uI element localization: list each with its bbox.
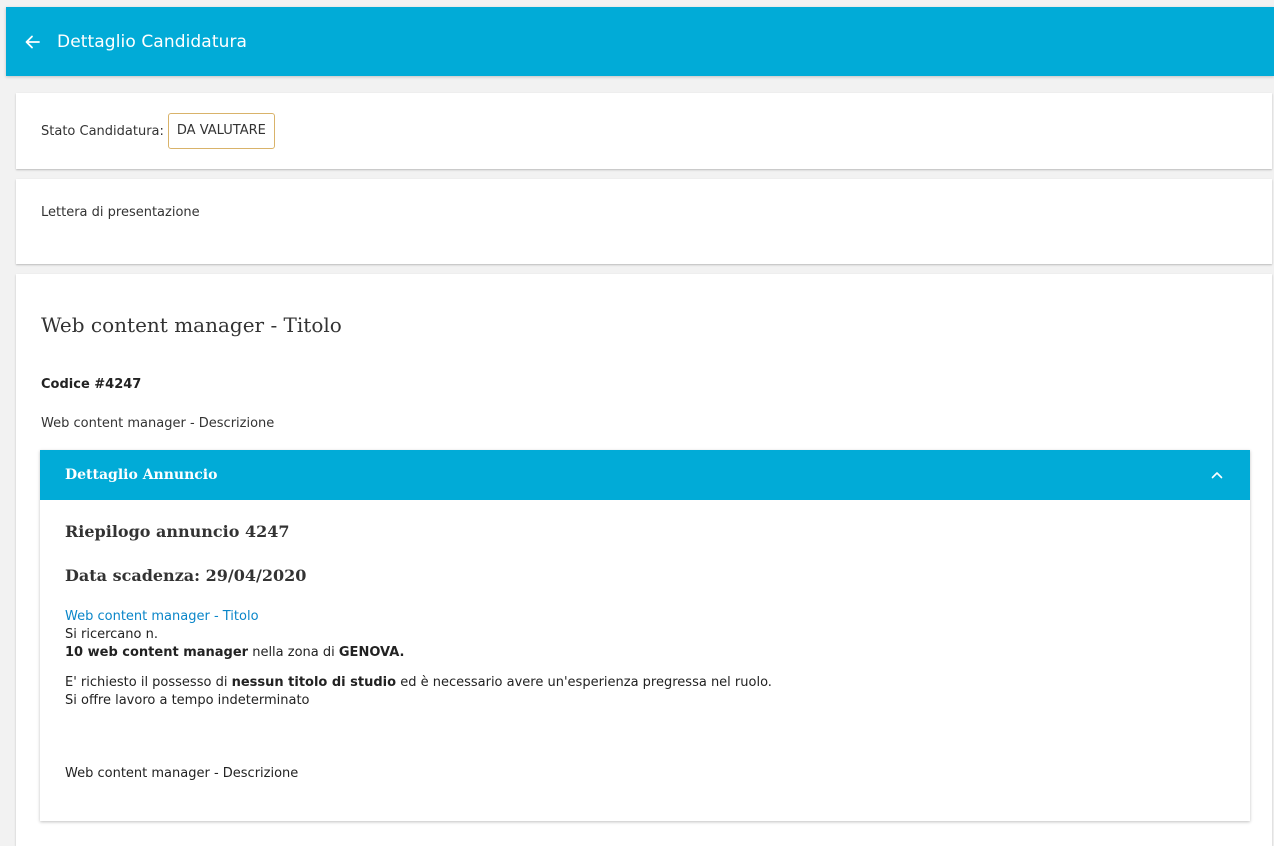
arrow-left-icon [25, 35, 40, 48]
ad-detail-panel-title: Dettaglio Annuncio [65, 467, 218, 483]
cover-letter-card: Lettera di presentazione [16, 179, 1272, 264]
ad-summary-title: Riepilogo annuncio 4247 [65, 522, 290, 541]
ad-title-link[interactable]: Web content manager - Titolo [65, 608, 772, 626]
ad-seeking-line: Si ricercano n. [65, 627, 158, 642]
ad-body: Web content manager - Titolo Si ricercan… [65, 608, 772, 710]
ad-detail-panel: Dettaglio Annuncio Riepilogo annuncio 42… [40, 450, 1250, 821]
page-title: Dettaglio Candidatura [57, 31, 248, 52]
ad-zone: GENOVA. [338, 645, 405, 660]
ad-deadline: Data scadenza: 29/04/2020 [65, 566, 307, 585]
ad-req-post: ed è necessario avere un'esperienza preg… [396, 675, 772, 690]
app-header: Dettaglio Candidatura [6, 7, 1274, 76]
ad-req-bold: nessun titolo di studio [231, 675, 397, 690]
ad-count-role: 10 web content manager [65, 645, 249, 660]
back-button[interactable] [21, 31, 43, 53]
job-title: Web content manager - Titolo [41, 313, 342, 337]
status-label: Stato Candidatura: [41, 123, 164, 139]
cover-letter-label: Lettera di presentazione [41, 205, 200, 220]
ad-requirements-line: E' richiesto il possesso di nessun titol… [65, 674, 772, 692]
ad-contract-line: Si offre lavoro a tempo indeterminato [65, 693, 310, 708]
chevron-up-icon[interactable] [1210, 468, 1224, 482]
ad-description: Web content manager - Descrizione [65, 766, 299, 781]
ad-count-line: 10 web content manager nella zona di GEN… [65, 644, 772, 662]
ad-detail-panel-header[interactable]: Dettaglio Annuncio [40, 450, 1250, 500]
ad-req-pre: E' richiesto il possesso di [65, 675, 232, 690]
status-badge: DA VALUTARE [167, 113, 275, 149]
job-description: Web content manager - Descrizione [41, 416, 275, 431]
job-card: Web content manager - Titolo Codice #424… [16, 274, 1272, 846]
status-card: Stato Candidatura: DA VALUTARE [16, 93, 1272, 169]
job-code: Codice #4247 [41, 377, 142, 392]
ad-zone-text: nella zona di [248, 645, 339, 660]
